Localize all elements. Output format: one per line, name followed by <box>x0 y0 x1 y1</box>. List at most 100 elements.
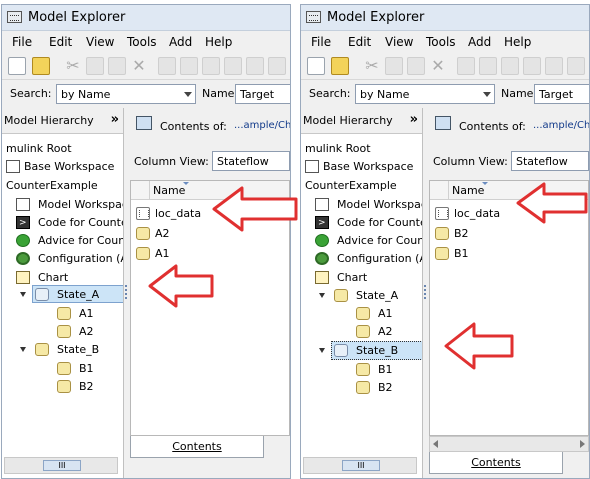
gear-icon <box>16 252 30 265</box>
scroll-left-icon[interactable] <box>433 440 438 448</box>
list-icon[interactable] <box>224 57 242 75</box>
tree-item-counterexample[interactable]: CounterExample <box>6 177 98 195</box>
search-by-select[interactable]: by Name <box>56 84 196 104</box>
contents-pane: Contents of: ...ample/Ch Column View: St… <box>427 108 589 478</box>
tree-item-label: CounterExample <box>6 179 98 192</box>
copy-icon[interactable] <box>86 57 104 75</box>
chart-icon <box>16 271 30 284</box>
tab-contents[interactable]: Contents <box>429 452 563 474</box>
scrollbar-thumb[interactable]: III <box>43 460 81 471</box>
config-icon[interactable] <box>268 57 286 75</box>
app-icon <box>7 11 22 23</box>
column-view-select[interactable]: Stateflow <box>212 151 290 171</box>
settings-gear-icon[interactable] <box>545 57 563 75</box>
column-view-select[interactable]: Stateflow <box>511 151 589 171</box>
check-icon <box>315 234 329 247</box>
menu-tools[interactable]: Tools <box>127 35 157 49</box>
grid-icon[interactable] <box>158 57 176 75</box>
tree-item-label: Base Workspace <box>323 160 414 173</box>
contents-of-path[interactable]: ...ample/Ch <box>234 120 290 131</box>
tree-item-label: State_B <box>356 344 399 357</box>
list-item-label: loc_data <box>155 207 202 220</box>
tree-item-label: State_B <box>57 343 100 356</box>
expand-toggle-icon[interactable] <box>319 348 325 353</box>
tree-item-simulink-root[interactable]: mulink Root <box>305 140 371 158</box>
column-name-header[interactable]: Name <box>153 184 185 197</box>
search-by-value: by Name <box>360 88 410 101</box>
settings-gear-icon[interactable] <box>246 57 264 75</box>
menu-help[interactable]: Help <box>205 35 232 49</box>
copy-icon[interactable] <box>385 57 403 75</box>
contents-of-bar: Contents of: ...ample/Ch <box>128 108 290 142</box>
menu-add[interactable]: Add <box>468 35 491 49</box>
annotation-arrow-left-list <box>212 186 298 232</box>
name-input[interactable]: Target <box>534 84 589 104</box>
horizontal-scrollbar[interactable]: III <box>4 457 118 474</box>
code-icon <box>16 214 30 232</box>
expand-toggle-icon[interactable] <box>20 292 26 297</box>
name-input[interactable]: Target <box>235 84 290 104</box>
open-folder-icon[interactable] <box>331 57 349 75</box>
workspace-icon <box>315 198 329 211</box>
chevron-down-icon <box>184 92 192 97</box>
table-icon[interactable] <box>501 57 519 75</box>
state-icon <box>356 381 370 394</box>
tree-item-label: A2 <box>79 325 94 338</box>
table-icon[interactable] <box>202 57 220 75</box>
delete-icon[interactable]: ✕ <box>130 57 148 75</box>
paste-icon[interactable] <box>108 57 126 75</box>
collapse-pane-icon[interactable]: » <box>111 112 119 127</box>
menu-help[interactable]: Help <box>504 35 531 49</box>
menu-view[interactable]: View <box>86 35 114 49</box>
menu-edit[interactable]: Edit <box>49 35 72 49</box>
menu-edit[interactable]: Edit <box>348 35 371 49</box>
menu-file[interactable]: File <box>12 35 32 49</box>
list-item-label: B1 <box>454 247 469 260</box>
scroll-right-icon[interactable] <box>580 440 585 448</box>
list-icon[interactable] <box>523 57 541 75</box>
list-item-label: A2 <box>155 227 170 240</box>
new-model-icon[interactable] <box>8 57 26 75</box>
window-title: Model Explorer <box>28 10 126 25</box>
open-folder-icon[interactable] <box>32 57 50 75</box>
menu-view[interactable]: View <box>385 35 413 49</box>
collapse-pane-icon[interactable]: » <box>410 112 418 127</box>
delete-icon[interactable]: ✕ <box>429 57 447 75</box>
tree-item-simulink-root[interactable]: mulink Root <box>6 140 72 158</box>
toolbar: ✂ ✕ <box>2 52 290 80</box>
menu-add[interactable]: Add <box>169 35 192 49</box>
cut-icon[interactable]: ✂ <box>64 57 82 75</box>
data-block-icon[interactable] <box>180 57 198 75</box>
menu-file[interactable]: File <box>311 35 331 49</box>
grid-icon[interactable] <box>457 57 475 75</box>
workspace-icon <box>6 160 20 173</box>
paste-icon[interactable] <box>407 57 425 75</box>
search-by-select[interactable]: by Name <box>355 84 495 104</box>
tree-item-label: State_A <box>57 288 100 301</box>
tree-item-label: Configuration (A <box>38 252 124 265</box>
menu-bar: File Edit View Tools Add Help <box>301 32 589 52</box>
tree-item-label: Advice for Count <box>38 234 124 247</box>
new-model-icon[interactable] <box>307 57 325 75</box>
column-view-value: Stateflow <box>516 155 568 168</box>
scrollbar-thumb[interactable]: III <box>342 460 380 471</box>
hierarchy-icon <box>136 116 152 130</box>
horizontal-scrollbar[interactable] <box>429 436 589 452</box>
model-hierarchy-title: Model Hierarchy <box>4 114 94 127</box>
expand-toggle-icon[interactable] <box>319 293 325 298</box>
menu-tools[interactable]: Tools <box>426 35 456 49</box>
horizontal-scrollbar[interactable]: III <box>303 457 417 474</box>
list-item-label: B2 <box>454 227 469 240</box>
config-icon[interactable] <box>567 57 585 75</box>
annotation-arrow-right-list <box>516 182 588 224</box>
model-hierarchy-header: Model Hierarchy » <box>2 108 123 134</box>
state-icon <box>334 289 348 302</box>
tree-item-counterexample[interactable]: CounterExample <box>305 177 397 195</box>
cut-icon[interactable]: ✂ <box>363 57 381 75</box>
expand-toggle-icon[interactable] <box>20 347 26 352</box>
tab-contents[interactable]: Contents <box>130 436 264 458</box>
contents-of-path[interactable]: ...ample/Ch <box>533 120 589 131</box>
data-block-icon[interactable] <box>479 57 497 75</box>
column-name-header[interactable]: Name <box>452 184 484 197</box>
tree-item-label: Chart <box>337 271 368 284</box>
